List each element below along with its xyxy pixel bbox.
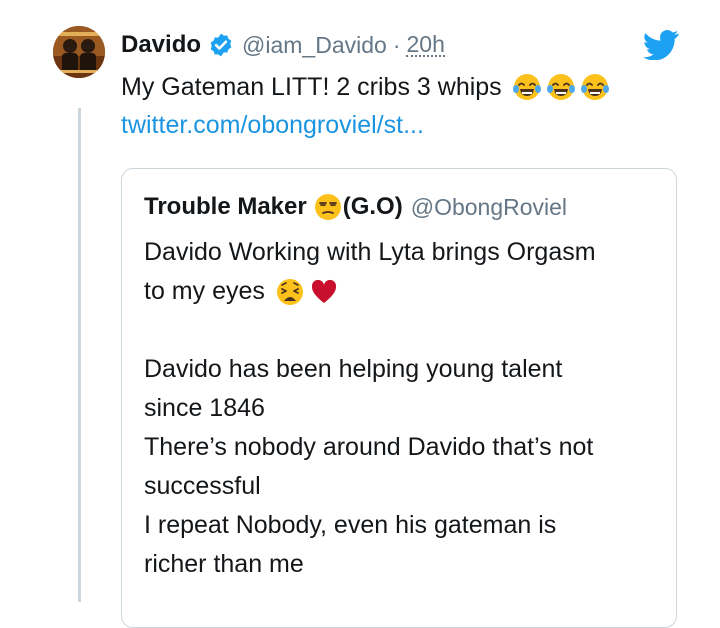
- quoted-line: successful: [144, 472, 261, 500]
- quoted-author-name-suffix[interactable]: (G.O): [343, 193, 403, 221]
- tears-of-joy-icon: [580, 72, 610, 102]
- author-handle[interactable]: @iam_Davido: [242, 32, 387, 59]
- weary-face-icon: [275, 277, 305, 307]
- avatar-image: [53, 26, 105, 78]
- verified-badge-icon: [208, 32, 234, 58]
- twitter-bird-icon[interactable]: [643, 30, 679, 61]
- tears-of-joy-icon: [512, 72, 542, 102]
- quoted-line: There’s nobody around Davido that’s not: [144, 433, 594, 461]
- quoted-tweet-header: Trouble Maker (G.O) @ObongRoviel: [144, 189, 567, 225]
- author-name[interactable]: Davido: [121, 31, 201, 59]
- tweet-timestamp[interactable]: 20h: [406, 33, 445, 57]
- quoted-line: I repeat Nobody, even his gateman is: [144, 511, 557, 539]
- red-heart-icon: [309, 277, 339, 307]
- quoted-tweet-card[interactable]: Trouble Maker (G.O) @ObongRoviel Davido …: [121, 168, 677, 628]
- unamused-face-icon: [313, 192, 343, 222]
- avatar[interactable]: [53, 26, 105, 78]
- quoted-tweet-text: Davido Working with Lyta brings Orgasm t…: [144, 233, 664, 584]
- tears-of-joy-icon: [546, 72, 576, 102]
- thread-line: [78, 108, 81, 602]
- quoted-author-name[interactable]: Trouble Maker: [144, 193, 307, 221]
- quoted-line: since 1846: [144, 394, 265, 422]
- quoted-line-text: to my eyes: [144, 277, 265, 305]
- tweet-text-content: My Gateman LITT! 2 cribs 3 whips: [121, 73, 502, 101]
- quoted-line: richer than me: [144, 550, 304, 578]
- tweet-header: Davido @iam_Davido · 20h: [121, 28, 445, 62]
- separator-dot: ·: [392, 31, 401, 58]
- quoted-line: Davido has been helping young talent: [144, 355, 563, 383]
- quoted-line: to my eyes: [144, 272, 664, 311]
- quoted-line: Davido Working with Lyta brings Orgasm: [144, 238, 596, 266]
- quoted-author-handle[interactable]: @ObongRoviel: [411, 194, 567, 221]
- tweet-text: My Gateman LITT! 2 cribs 3 whips: [121, 68, 610, 106]
- tweet-link[interactable]: twitter.com/obongroviel/st...: [121, 106, 424, 144]
